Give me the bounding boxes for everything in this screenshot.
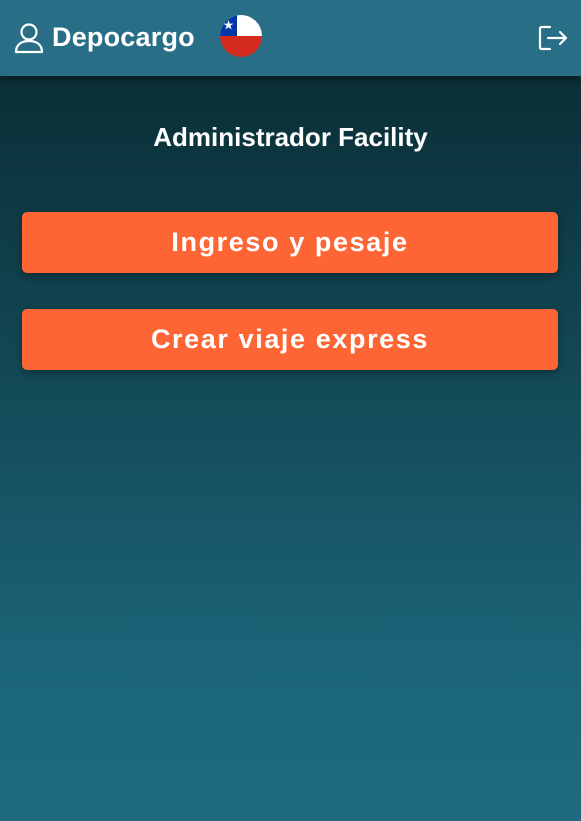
user-icon[interactable]	[14, 22, 44, 54]
brand-name: Depocargo	[52, 22, 195, 52]
page-title: Administrador Facility	[153, 122, 428, 152]
ingreso-pesaje-button[interactable]: Ingreso y pesaje	[22, 212, 558, 273]
app-header: Depocargo	[0, 0, 581, 76]
logout-icon[interactable]	[537, 24, 569, 52]
chile-flag-icon[interactable]	[220, 15, 262, 57]
crear-viaje-express-button[interactable]: Crear viaje express	[22, 309, 558, 370]
